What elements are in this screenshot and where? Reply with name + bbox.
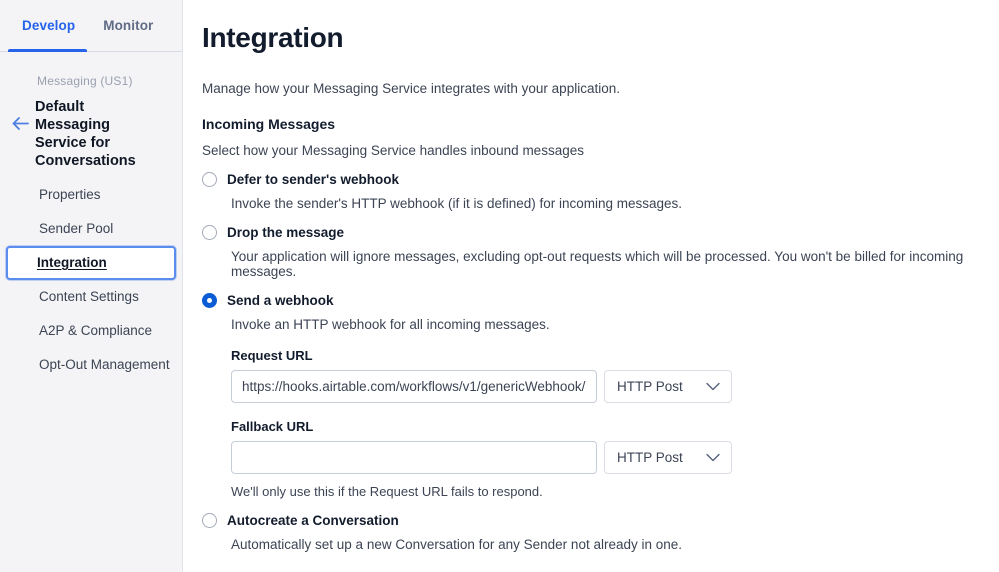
fallback-method-value: HTTP Post	[617, 450, 683, 465]
fallback-url-input[interactable]	[231, 441, 597, 474]
option-send-a-webhook-head[interactable]: Send a webhook	[202, 293, 975, 308]
request-url-label: Request URL	[231, 348, 313, 363]
option-description: Invoke an HTTP webhook for all incoming …	[231, 317, 550, 332]
sidebar-item-label: Content Settings	[39, 289, 139, 304]
service-header: Default Messaging Service for Conversati…	[0, 88, 182, 170]
tab-develop[interactable]: Develop	[8, 0, 89, 33]
sidebar: Develop Monitor Messaging (US1) Default …	[0, 0, 183, 572]
option-autocreate-a-conversation: Autocreate a Conversation Automatically …	[202, 513, 975, 552]
arrow-left-icon[interactable]	[10, 98, 30, 130]
page-subtitle: Manage how your Messaging Service integr…	[202, 81, 620, 96]
option-defer-to-senders-webhook: Defer to sender's webhook Invoke the sen…	[202, 172, 975, 211]
option-label: Autocreate a Conversation	[227, 513, 399, 528]
request-url-row: HTTP Post	[231, 370, 975, 403]
option-send-a-webhook: Send a webhook Invoke an HTTP webhook fo…	[202, 293, 975, 499]
option-description: Invoke the sender's HTTP webhook (if it …	[231, 196, 683, 211]
sidebar-item-label: Sender Pool	[39, 221, 114, 236]
option-label: Send a webhook	[227, 293, 334, 308]
fallback-method-select[interactable]: HTTP Post	[604, 441, 732, 474]
sidebar-item-properties[interactable]: Properties	[6, 178, 176, 212]
fallback-url-row: HTTP Post	[231, 441, 975, 474]
sidebar-item-label: Integration	[37, 255, 107, 270]
sidebar-item-label: Opt-Out Management	[39, 357, 170, 372]
sidebar-item-sender-pool[interactable]: Sender Pool	[6, 212, 176, 246]
sidebar-item-content-settings[interactable]: Content Settings	[6, 280, 176, 314]
tab-active-underline	[8, 49, 87, 52]
page-title: Integration	[202, 22, 344, 53]
sidebar-item-opt-out-management[interactable]: Opt-Out Management	[6, 348, 176, 382]
incoming-messages-description: Select how your Messaging Service handle…	[202, 143, 584, 158]
fallback-url-hint: We'll only use this if the Request URL f…	[231, 484, 543, 499]
service-kind-label: Messaging (US1)	[37, 74, 133, 88]
radio-autocreate-a-conversation[interactable]	[202, 513, 217, 528]
app-root: Develop Monitor Messaging (US1) Default …	[0, 0, 999, 572]
radio-send-a-webhook[interactable]	[202, 293, 217, 308]
option-defer-to-senders-webhook-head[interactable]: Defer to sender's webhook	[202, 172, 975, 187]
option-label: Defer to sender's webhook	[227, 172, 399, 187]
option-drop-the-message-head[interactable]: Drop the message	[202, 225, 975, 240]
request-method-value: HTTP Post	[617, 379, 683, 394]
main-content: Integration Manage how your Messaging Se…	[183, 0, 999, 572]
sidebar-nav: Properties Sender Pool Integration Conte…	[0, 178, 182, 382]
service-name[interactable]: Default Messaging Service for Conversati…	[35, 98, 163, 170]
sidebar-item-label: Properties	[39, 187, 101, 202]
request-url-input[interactable]	[231, 370, 597, 403]
sidebar-item-a2p-compliance[interactable]: A2P & Compliance	[6, 314, 176, 348]
sidebar-item-integration[interactable]: Integration	[6, 246, 176, 280]
option-drop-the-message: Drop the message Your application will i…	[202, 225, 975, 279]
radio-drop-the-message[interactable]	[202, 225, 217, 240]
fallback-url-label: Fallback URL	[231, 419, 314, 434]
request-url-group: Request URL HTTP Post	[231, 348, 975, 403]
radio-defer-to-senders-webhook[interactable]	[202, 172, 217, 187]
fallback-url-group: Fallback URL HTTP Post We'll only use th…	[231, 419, 975, 499]
tab-monitor[interactable]: Monitor	[89, 0, 167, 33]
chevron-down-icon	[706, 379, 720, 394]
incoming-messages-heading: Incoming Messages	[202, 116, 336, 132]
sidebar-tabs: Develop Monitor	[0, 0, 182, 52]
sidebar-item-label: A2P & Compliance	[39, 323, 153, 338]
option-autocreate-a-conversation-head[interactable]: Autocreate a Conversation	[202, 513, 975, 528]
option-label: Drop the message	[227, 225, 345, 240]
request-method-select[interactable]: HTTP Post	[604, 370, 732, 403]
option-description: Automatically set up a new Conversation …	[231, 537, 683, 552]
option-description: Your application will ignore messages, e…	[231, 249, 964, 279]
chevron-down-icon	[706, 450, 720, 465]
